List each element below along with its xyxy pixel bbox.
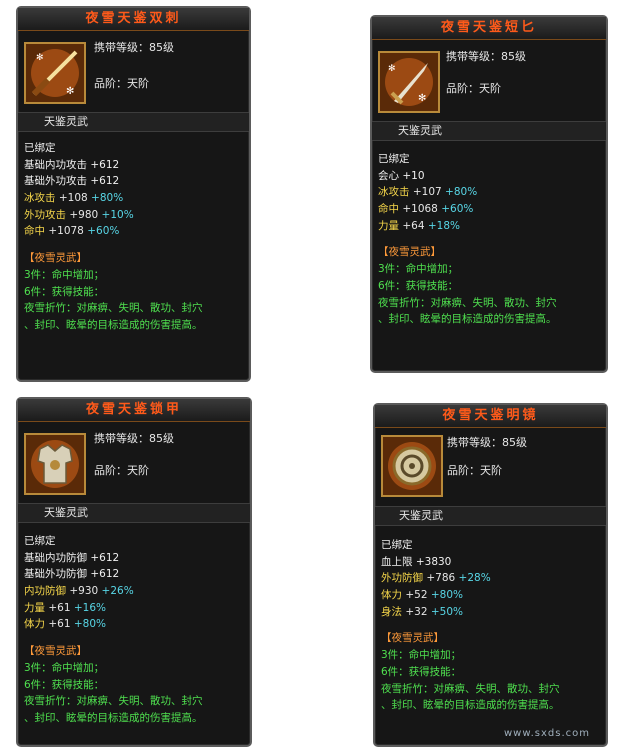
item-meta: 携带等级：85级 品阶：天阶 (94, 40, 174, 92)
stat-row: 冰攻击 +107 +80% (378, 186, 478, 199)
category-bar: 天鉴灵武 (372, 121, 606, 141)
item-title: 夜雪天鉴锁甲 (18, 399, 250, 422)
carry-level: 携带等级：85级 (94, 432, 174, 445)
category-bar: 天鉴灵武 (18, 503, 250, 523)
stat-row: 内功防御 +930 +26% (24, 585, 134, 598)
item-tooltip-short-dagger: 夜雪天鉴短匕 ✻ ✻ 携带等级：85级 品阶：天阶 天鉴灵武 已绑定 会心 +1… (370, 15, 608, 373)
stat-row: 冰攻击 +108 +80% (24, 192, 124, 205)
stat-row: 命中 +1068 +60% (378, 203, 474, 216)
carry-level: 携带等级：85级 (446, 50, 526, 63)
skill-desc-1: 夜雪折竹：对麻痹、失明、散功、封穴 (381, 682, 560, 695)
svg-text:✻: ✻ (388, 64, 396, 74)
set-bonus-3: 3件：命中增加； (381, 649, 462, 662)
item-tooltip-twin-dagger: 夜雪天鉴双刺 ✻ ✻ 携带等级：85级 品阶：天阶 天鉴灵武 已绑定 基础内功攻… (16, 6, 251, 382)
item-tooltip-mirror: 夜雪天鉴明镜 携带等级：85级 品阶：天阶 天鉴灵武 已绑定 血上限 +3830… (373, 403, 608, 747)
set-name: 【夜雪灵武】 (378, 246, 441, 259)
set-bonus-3: 3件：命中增加； (378, 263, 459, 276)
category-label: 天鉴灵武 (44, 506, 88, 519)
site-watermark: www.sxds.com (503, 728, 590, 739)
stat-row: 基础外功防御 +612 (24, 568, 120, 581)
stat-row: 力量 +61 +16% (24, 601, 106, 614)
item-title: 夜雪天鉴双刺 (18, 8, 249, 31)
stat-row: 基础外功攻击 +612 (24, 175, 120, 188)
category-bar: 天鉴灵武 (18, 112, 249, 132)
set-name: 【夜雪灵武】 (24, 252, 87, 265)
bound-status: 已绑定 (378, 153, 410, 165)
stat-row: 血上限 +3830 (381, 555, 452, 568)
bound-status: 已绑定 (24, 142, 56, 154)
set-bonus-3: 3件：命中增加； (24, 661, 105, 674)
skill-desc-2: 、封印、眩晕的目标造成的伤害提高。 (24, 711, 203, 724)
item-meta: 携带等级：85级 品阶：天阶 (94, 431, 174, 479)
category-bar: 天鉴灵武 (375, 506, 606, 526)
item-title: 夜雪天鉴明镜 (375, 405, 606, 428)
set-bonus-3: 3件：命中增加； (24, 268, 105, 281)
set-name: 【夜雪灵武】 (24, 645, 87, 658)
twin-dagger-icon: ✻ ✻ (24, 42, 86, 104)
stats-list: 已绑定 基础内功防御 +612 基础外功防御 +612 内功防御 +930 +2… (24, 533, 203, 727)
skill-desc-1: 夜雪折竹：对麻痹、失明、散功、封穴 (24, 695, 203, 708)
chain-armor-icon (24, 433, 86, 495)
stat-row: 身法 +32 +50% (381, 605, 463, 618)
item-title: 夜雪天鉴短匕 (372, 17, 606, 40)
grade: 品阶：天阶 (447, 464, 502, 477)
stat-row: 外功防御 +786 +28% (381, 572, 491, 585)
short-dagger-icon: ✻ ✻ (378, 51, 440, 113)
stat-row: 体力 +61 +80% (24, 618, 106, 631)
carry-level: 携带等级：85级 (94, 41, 174, 54)
set-name: 【夜雪灵武】 (381, 632, 444, 645)
category-label: 天鉴灵武 (398, 124, 442, 137)
set-bonus-6: 6件：获得技能： (24, 285, 105, 298)
stats-list: 已绑定 基础内功攻击 +612 基础外功攻击 +612 冰攻击 +108 +80… (24, 140, 203, 334)
set-bonus-6: 6件：获得技能： (381, 665, 462, 678)
svg-text:✻: ✻ (36, 53, 44, 63)
carry-level: 携带等级：85级 (447, 436, 527, 449)
stat-row: 外功攻击 +980 +10% (24, 208, 134, 221)
stat-row: 基础内功防御 +612 (24, 551, 120, 564)
skill-desc-2: 、封印、眩晕的目标造成的伤害提高。 (381, 699, 560, 712)
grade: 品阶：天阶 (94, 464, 149, 477)
item-meta: 携带等级：85级 品阶：天阶 (447, 435, 527, 479)
grade: 品阶：天阶 (94, 77, 149, 90)
mirror-icon (381, 435, 443, 497)
category-label: 天鉴灵武 (44, 115, 88, 128)
svg-text:✻: ✻ (418, 93, 426, 104)
item-meta: 携带等级：85级 品阶：天阶 (446, 49, 526, 97)
stat-row: 体力 +52 +80% (381, 589, 463, 602)
skill-desc-1: 夜雪折竹：对麻痹、失明、散功、封穴 (24, 302, 203, 315)
stats-list: 已绑定 血上限 +3830 外功防御 +786 +28% 体力 +52 +80%… (381, 537, 560, 714)
stat-row: 基础内功攻击 +612 (24, 158, 120, 171)
skill-desc-2: 、封印、眩晕的目标造成的伤害提高。 (378, 313, 557, 326)
skill-desc-2: 、封印、眩晕的目标造成的伤害提高。 (24, 318, 203, 331)
set-bonus-6: 6件：获得技能： (378, 279, 459, 292)
bound-status: 已绑定 (24, 535, 56, 547)
stats-list: 已绑定 会心 +10 冰攻击 +107 +80% 命中 +1068 +60% 力… (378, 151, 557, 328)
svg-text:✻: ✻ (66, 86, 74, 97)
skill-desc-1: 夜雪折竹：对麻痹、失明、散功、封穴 (378, 296, 557, 309)
stat-row: 会心 +10 (378, 169, 425, 182)
grade: 品阶：天阶 (446, 82, 501, 95)
stat-row: 力量 +64 +18% (378, 219, 460, 232)
stat-row: 命中 +1078 +60% (24, 225, 120, 238)
category-label: 天鉴灵武 (399, 509, 443, 522)
bound-status: 已绑定 (381, 539, 413, 551)
item-tooltip-chain-armor: 夜雪天鉴锁甲 携带等级：85级 品阶：天阶 天鉴灵武 已绑定 基础内功防御 +6… (16, 397, 252, 747)
set-bonus-6: 6件：获得技能： (24, 678, 105, 691)
